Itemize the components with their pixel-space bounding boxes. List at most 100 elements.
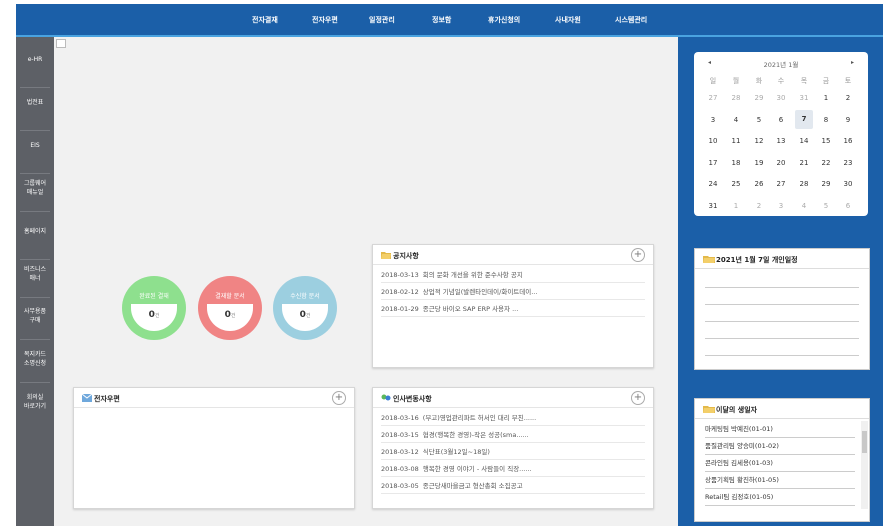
calendar-day[interactable]: 28 (795, 177, 813, 191)
sidebar-item[interactable]: 홈페이지 (16, 227, 54, 236)
top-nav-item[interactable]: 일정관리 (369, 15, 395, 25)
top-nav-item[interactable]: 시스템관리 (615, 15, 647, 25)
calendar-weekday: 금 (822, 77, 830, 85)
people-icon (381, 394, 391, 401)
birthday-item: Retail팀 김정호(01-05) (705, 489, 855, 506)
calendar-day[interactable]: 15 (817, 134, 835, 148)
calendar-day[interactable]: 10 (704, 134, 722, 148)
birthday-item: 마케팅팀 박예진(01-01) (705, 421, 855, 438)
birthday-panel-title: 이달의 생일자 (716, 406, 758, 414)
top-nav-item[interactable]: 전자결재 (252, 15, 278, 25)
calendar-day[interactable]: 26 (750, 177, 768, 191)
notice-panel: 공지사항 + 2018-03-13 회의 문화 개선을 위한 준수사항 공지 201… (372, 244, 654, 368)
top-nav: 전자결재 전자우편 일정관리 정보함 휴가신청의 사내자원 시스템관리 (16, 4, 883, 35)
sidebar-item[interactable]: 법전표 (16, 98, 54, 107)
calendar-day[interactable]: 21 (795, 156, 813, 170)
calendar-day[interactable]: 4 (727, 113, 745, 127)
calendar-day[interactable]: 27 (704, 91, 722, 105)
calendar-day[interactable]: 3 (772, 199, 790, 213)
calendar-day[interactable]: 18 (727, 156, 745, 170)
calendar-day[interactable]: 27 (772, 177, 790, 191)
list-item-title: 협경(행복한 경영)-작은 성공(sma...... (422, 431, 529, 439)
schedule-line (705, 287, 859, 288)
status-circle[interactable]: 완료된 결재 0건 (122, 276, 186, 340)
calendar-day[interactable]: 2 (750, 199, 768, 213)
sidebar-item[interactable]: EIS (16, 141, 54, 150)
calendar-day[interactable]: 25 (727, 177, 745, 191)
calendar-day[interactable]: 11 (727, 134, 745, 148)
list-item-title: 종근당 바이오 SAP ERP 사용자 ... (422, 305, 519, 313)
calendar-day[interactable]: 12 (750, 134, 768, 148)
status-circle-count-box: 0건 (282, 304, 328, 331)
calendar-day[interactable]: 9 (839, 113, 857, 127)
calendar-day[interactable]: 29 (817, 177, 835, 191)
list-item-date: 2018-03-15 (381, 431, 419, 439)
calendar-day[interactable]: 13 (772, 134, 790, 148)
birthday-scrollbar[interactable] (861, 421, 868, 509)
calendar-weekday: 수 (777, 77, 785, 85)
calendar-next-button[interactable]: ▸ (851, 59, 854, 66)
sidebar-item[interactable]: 사무용품 구매 (16, 307, 54, 325)
calendar-day[interactable]: 20 (772, 156, 790, 170)
calendar-day[interactable]: 19 (750, 156, 768, 170)
email-more-button[interactable]: + (332, 391, 346, 405)
top-nav-item[interactable]: 전자우편 (312, 15, 338, 25)
list-item[interactable]: 2018-02-12 상업적 기념일(발렌타인데이/화이트데이... (381, 284, 645, 300)
list-item-title: (부고)영업관리파트 허서인 대리 부친...... (422, 414, 537, 422)
schedule-line (705, 304, 859, 305)
sidebar-item[interactable]: e-HR (16, 55, 54, 64)
calendar-day[interactable]: 22 (817, 156, 835, 170)
calendar-day[interactable]: 29 (750, 91, 768, 105)
birthday-item: 상품기획팀 황진하(01-05) (705, 472, 855, 489)
sidebar-item[interactable]: 회의실 바로가기 (16, 393, 54, 411)
sidebar-item[interactable]: 복지카드 소명신청 (16, 350, 54, 368)
status-circle-unit: 건 (305, 313, 311, 319)
sidebar-item-label: 홈페이지 (23, 228, 47, 235)
notice-panel-header: 공지사항 + (373, 245, 653, 265)
calendar-day[interactable]: 6 (839, 199, 857, 213)
calendar-day[interactable]: 5 (817, 199, 835, 213)
calendar-day[interactable]: 28 (727, 91, 745, 105)
calendar-day[interactable]: 6 (772, 113, 790, 127)
list-item[interactable]: 2018-03-16 (부고)영업관리파트 허서인 대리 부친...... (381, 410, 645, 426)
calendar-day[interactable]: 31 (795, 91, 813, 105)
list-item[interactable]: 2018-03-08 행복한 경영 이야기 - 사람들이 직장...... (381, 461, 645, 477)
calendar-day[interactable]: 30 (772, 91, 790, 105)
status-circle-count: 0 (148, 310, 155, 320)
list-item[interactable]: 2018-03-05 종근당새마을금고 형산총회 소집공고 (381, 478, 645, 494)
calendar-day[interactable]: 3 (704, 113, 722, 127)
calendar-month-label: 2021년 1월 (763, 61, 799, 69)
calendar-day[interactable]: 30 (839, 177, 857, 191)
list-item[interactable]: 2018-03-15 협경(행복한 경영)-작은 성공(sma...... (381, 427, 645, 443)
calendar-weekday: 일 (709, 77, 717, 85)
calendar-day[interactable]: 4 (795, 199, 813, 213)
calendar-day[interactable]: 1 (817, 91, 835, 105)
email-panel-header: 전자우편 + (74, 388, 354, 408)
calendar-day[interactable]: 8 (817, 113, 835, 127)
notice-more-button[interactable]: + (631, 248, 645, 262)
calendar-day[interactable]: 24 (704, 177, 722, 191)
calendar-day-today[interactable]: 7 (795, 109, 813, 129)
top-nav-item[interactable]: 사내자원 (555, 15, 581, 25)
list-item[interactable]: 2018-01-29 종근당 바이오 SAP ERP 사용자 ... (381, 301, 645, 317)
sidebar-item[interactable]: 비즈니스 매너 (16, 265, 54, 283)
status-circle[interactable]: 수신함 문서 0건 (273, 276, 337, 340)
scrollbar-thumb[interactable] (862, 431, 867, 453)
calendar-day[interactable]: 1 (727, 199, 745, 213)
sidebar-item-label: 소명신청 (23, 360, 47, 367)
calendar-day[interactable]: 17 (704, 156, 722, 170)
calendar-day[interactable]: 5 (750, 113, 768, 127)
calendar-day[interactable]: 23 (839, 156, 857, 170)
sidebar-item[interactable]: 그룹웨어 매뉴얼 (16, 179, 54, 197)
hr-notice-more-button[interactable]: + (631, 391, 645, 405)
calendar-day[interactable]: 2 (839, 91, 857, 105)
list-item[interactable]: 2018-03-12 식단표(3월12일~18일) (381, 444, 645, 460)
calendar-day[interactable]: 31 (704, 199, 722, 213)
calendar-day[interactable]: 16 (839, 134, 857, 148)
notice-panel-title: 공지사항 (393, 252, 419, 260)
list-item[interactable]: 2018-03-13 회의 문화 개선을 위한 준수사항 공지 (381, 267, 645, 283)
top-nav-item[interactable]: 휴가신청의 (488, 15, 520, 25)
status-circle[interactable]: 결재할 문서 0건 (198, 276, 262, 340)
top-nav-item[interactable]: 정보함 (432, 15, 451, 25)
calendar-day[interactable]: 14 (795, 134, 813, 148)
